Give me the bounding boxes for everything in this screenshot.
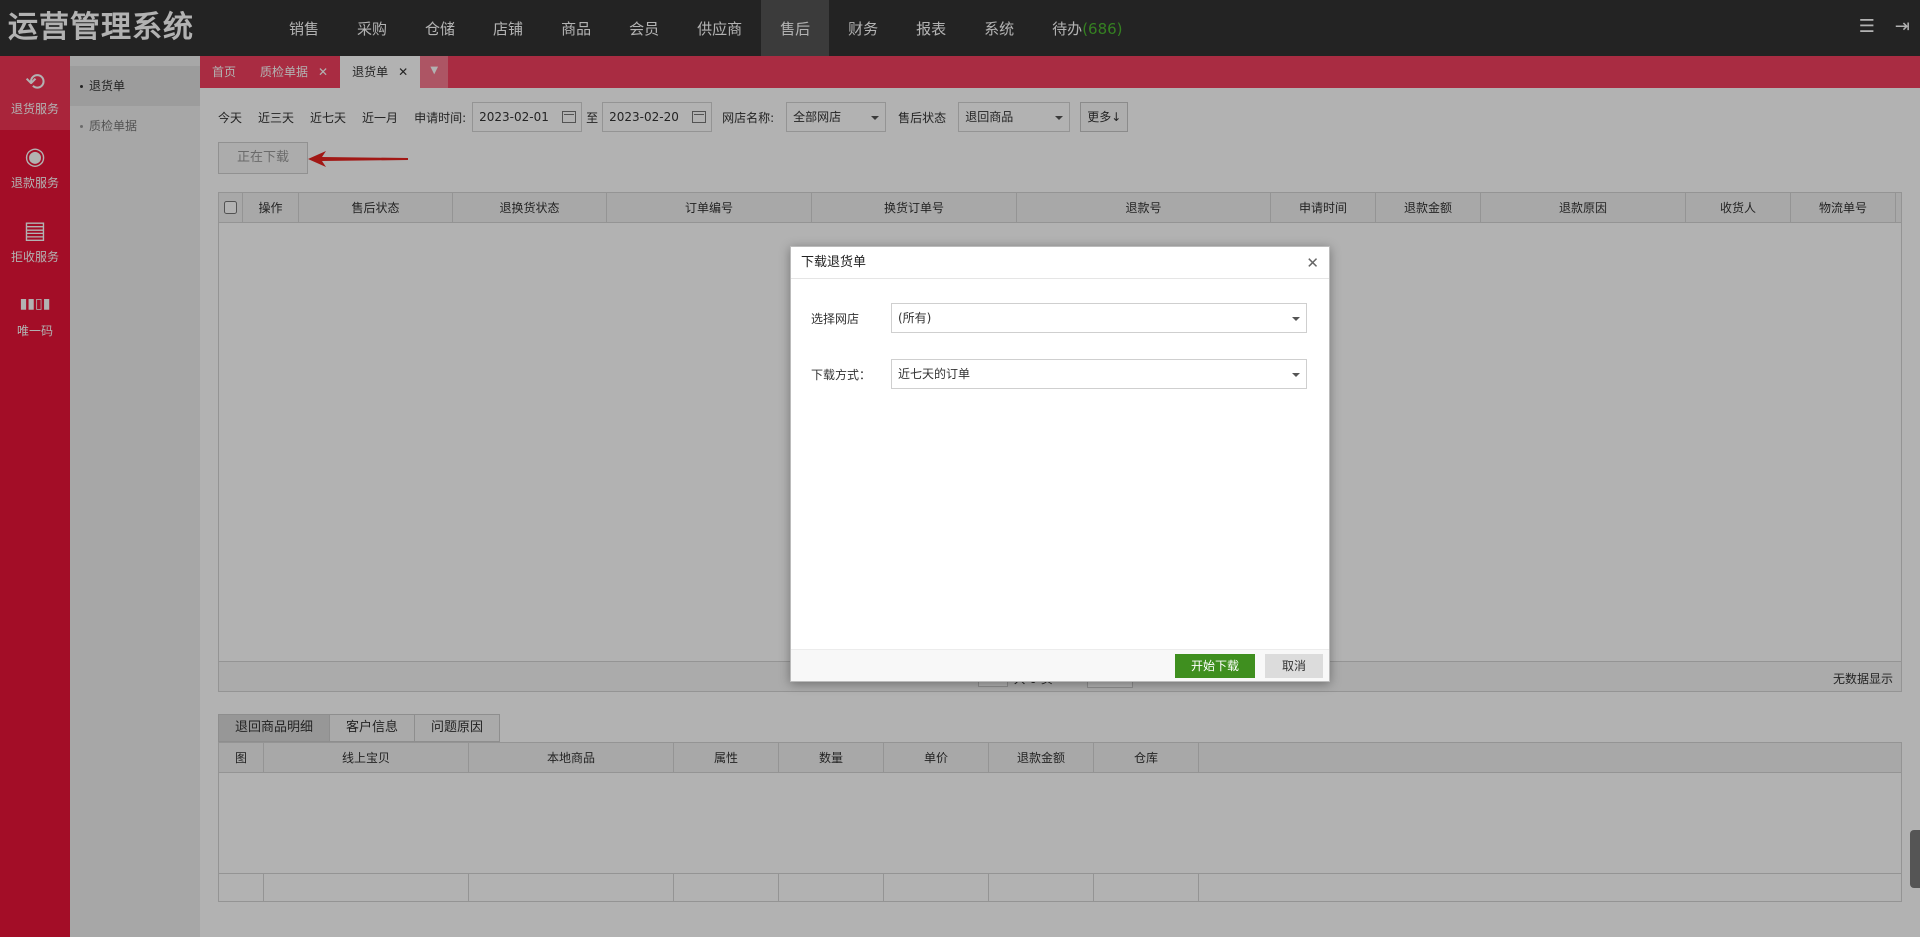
dropdown-arrow-icon	[1292, 373, 1300, 377]
download-mode-label: 下载方式：	[811, 367, 872, 382]
dialog-shop-select[interactable]: (所有)	[891, 303, 1307, 333]
dialog-footer: 开始下载 取消	[791, 649, 1329, 681]
dropdown-arrow-icon	[1292, 317, 1300, 321]
shop-row: 选择网店 (所有)	[811, 303, 1307, 333]
start-download-button[interactable]: 开始下载	[1175, 654, 1255, 678]
download-return-order-dialog: 下载退货单 ✕ 选择网店 (所有) 下载方式： 近七天的订单 开始下载 取消	[790, 246, 1330, 682]
dialog-title: 下载退货单	[801, 255, 867, 270]
download-mode-value: 近七天的订单	[898, 367, 971, 381]
side-scroll-handle[interactable]	[1910, 830, 1920, 888]
dialog-shop-value: (所有)	[898, 311, 932, 325]
shop-select-label: 选择网店	[811, 311, 860, 326]
mode-row: 下载方式： 近七天的订单	[811, 359, 1307, 389]
close-icon[interactable]: ✕	[1306, 247, 1319, 279]
dialog-header: 下载退货单 ✕	[791, 247, 1329, 279]
cancel-button[interactable]: 取消	[1265, 654, 1323, 678]
download-mode-select[interactable]: 近七天的订单	[891, 359, 1307, 389]
